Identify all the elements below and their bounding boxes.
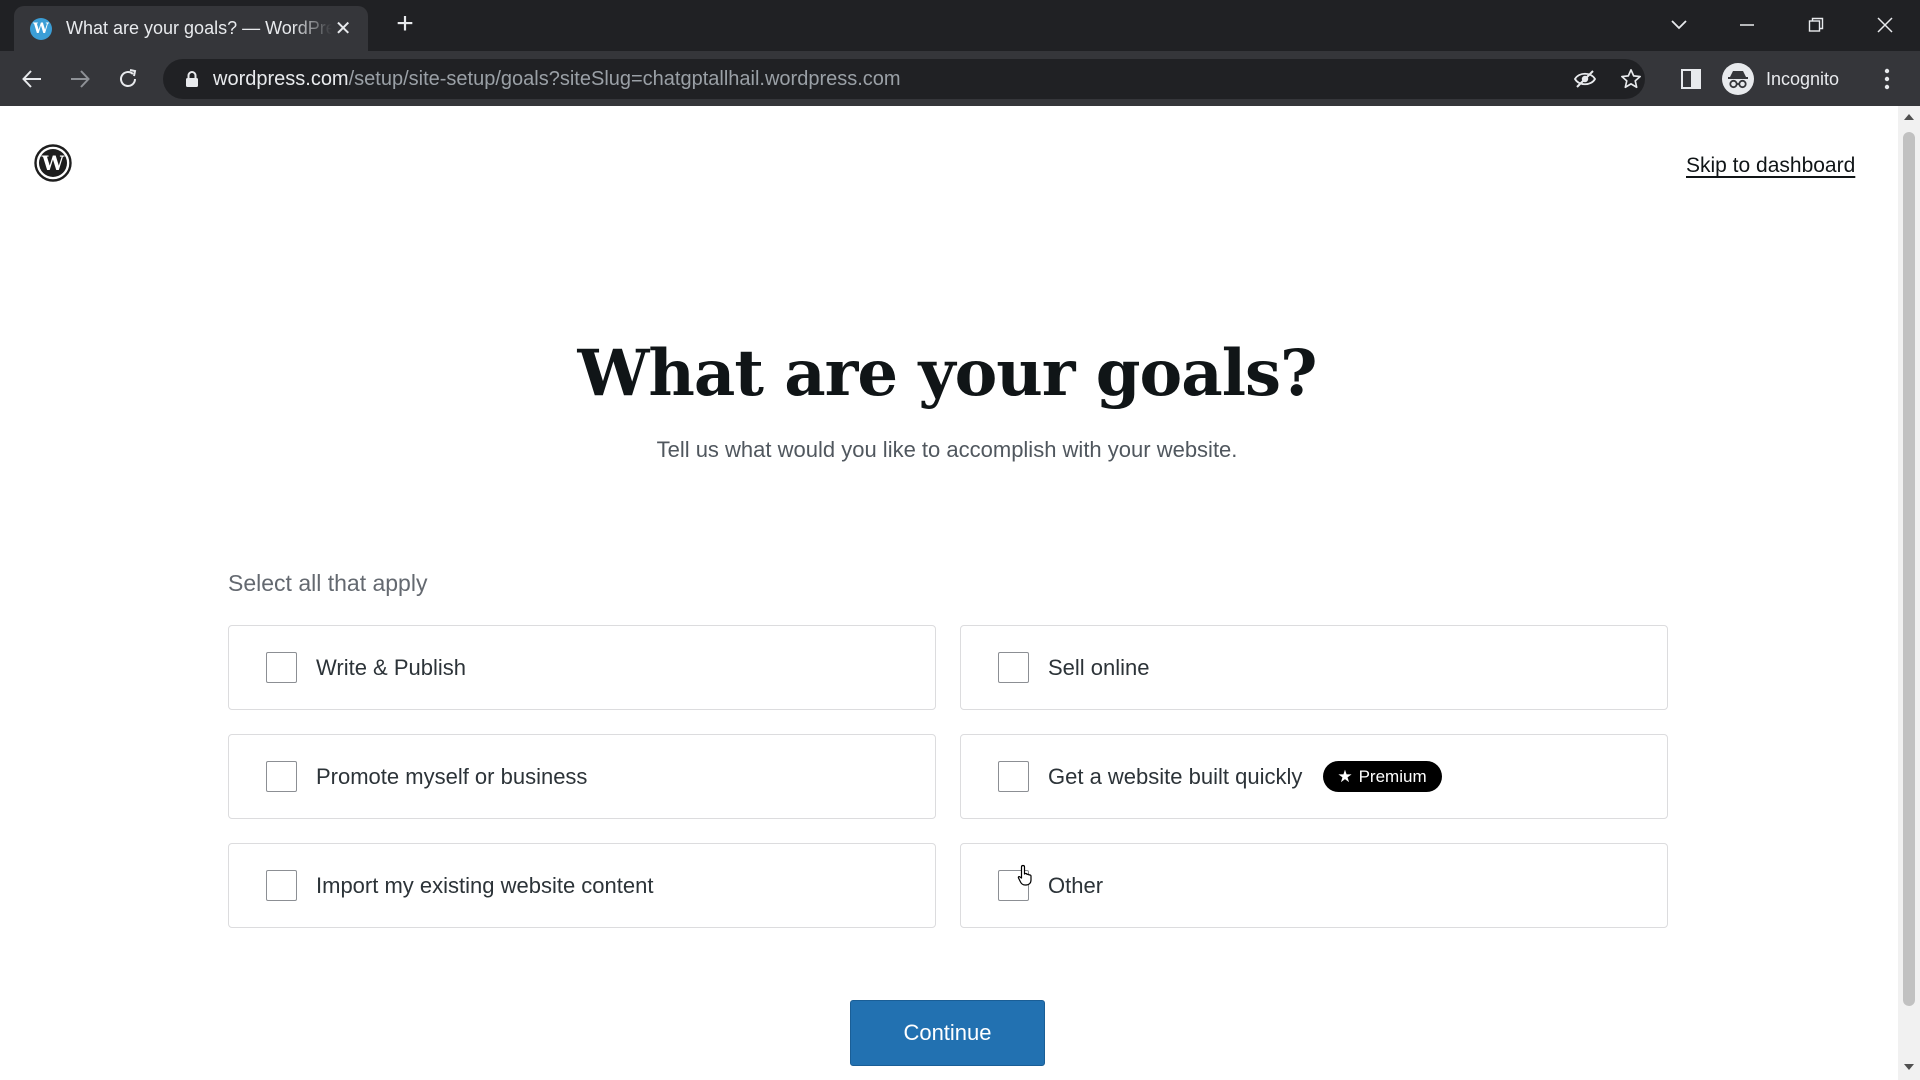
reload-icon[interactable] — [110, 61, 146, 97]
star-icon: ★ — [1337, 766, 1353, 786]
browser-toolbar: wordpress.com/setup/site-setup/goals?sit… — [0, 51, 1920, 106]
incognito-profile[interactable]: Incognito — [1722, 59, 1839, 99]
restore-icon[interactable] — [1799, 8, 1833, 42]
tab-title: What are your goals? — WordPress.com — [66, 18, 333, 38]
goal-checkbox[interactable] — [266, 652, 297, 683]
browser-tab-bar: W What are your goals? — WordPress.com ✕… — [0, 0, 1920, 51]
goal-option-other[interactable]: Other — [960, 843, 1668, 928]
page-subtitle: Tell us what would you like to accomplis… — [656, 437, 1238, 462]
goal-option-label: Promote myself or business — [316, 763, 588, 789]
wordpress-logo-icon[interactable]: W — [34, 144, 72, 187]
premium-badge: ★ Premium — [1323, 761, 1442, 792]
back-icon[interactable] — [14, 61, 50, 97]
address-bar[interactable]: wordpress.com/setup/site-setup/goals?sit… — [163, 59, 1645, 99]
select-all-label: Select all that apply — [228, 570, 428, 596]
scroll-down-icon[interactable] — [1904, 1064, 1914, 1070]
svg-text:W: W — [41, 151, 65, 175]
goal-option-label: Sell online — [1048, 654, 1150, 680]
tab-search-chevron-icon[interactable] — [1662, 8, 1696, 42]
goal-checkbox[interactable] — [266, 761, 297, 792]
menu-dots-icon[interactable] — [1869, 61, 1905, 97]
new-tab-icon[interactable]: + — [390, 9, 420, 40]
goal-option-label: Write & Publish — [316, 654, 466, 680]
eye-off-icon[interactable] — [1571, 65, 1599, 93]
incognito-label: Incognito — [1766, 68, 1840, 89]
lock-icon[interactable] — [185, 70, 199, 93]
hand-cursor-icon — [1017, 864, 1035, 891]
goal-option-import[interactable]: Import my existing website content — [228, 843, 936, 928]
goal-option-label: Get a website built quickly — [1048, 763, 1303, 789]
close-window-icon[interactable] — [1868, 8, 1902, 42]
side-panel-icon[interactable] — [1673, 61, 1709, 97]
skip-to-dashboard-link[interactable]: Skip to dashboard — [1686, 154, 1855, 178]
page-title: What are your goals? — [577, 336, 1317, 411]
scrollbar-thumb[interactable] — [1903, 132, 1915, 1006]
scroll-up-icon[interactable] — [1904, 114, 1914, 120]
premium-badge-label: Premium — [1358, 766, 1427, 786]
forward-icon[interactable] — [62, 61, 98, 97]
goal-checkbox[interactable] — [998, 761, 1029, 792]
continue-button[interactable]: Continue — [850, 1000, 1045, 1066]
page-content: W Skip to dashboard What are your goals?… — [0, 106, 1898, 1080]
goal-checkbox[interactable] — [998, 652, 1029, 683]
goal-checkbox[interactable] — [266, 870, 297, 901]
page-scrollbar[interactable] — [1898, 106, 1920, 1080]
goal-option-sell-online[interactable]: Sell online — [960, 625, 1668, 710]
browser-tab[interactable]: W What are your goals? — WordPress.com ✕ — [14, 6, 368, 51]
goal-option-built-quickly[interactable]: Get a website built quickly ★ Premium — [960, 734, 1668, 819]
minimize-icon[interactable] — [1730, 8, 1764, 42]
goal-option-write-publish[interactable]: Write & Publish — [228, 625, 936, 710]
star-icon[interactable] — [1617, 65, 1645, 93]
wordpress-favicon-icon: W — [30, 17, 52, 40]
goal-option-promote[interactable]: Promote myself or business — [228, 734, 936, 819]
incognito-icon — [1722, 63, 1754, 95]
url-text[interactable]: wordpress.com/setup/site-setup/goals?sit… — [213, 59, 901, 99]
goal-option-label: Import my existing website content — [316, 872, 654, 898]
goal-option-label: Other — [1048, 872, 1104, 898]
close-tab-icon[interactable]: ✕ — [332, 18, 354, 40]
